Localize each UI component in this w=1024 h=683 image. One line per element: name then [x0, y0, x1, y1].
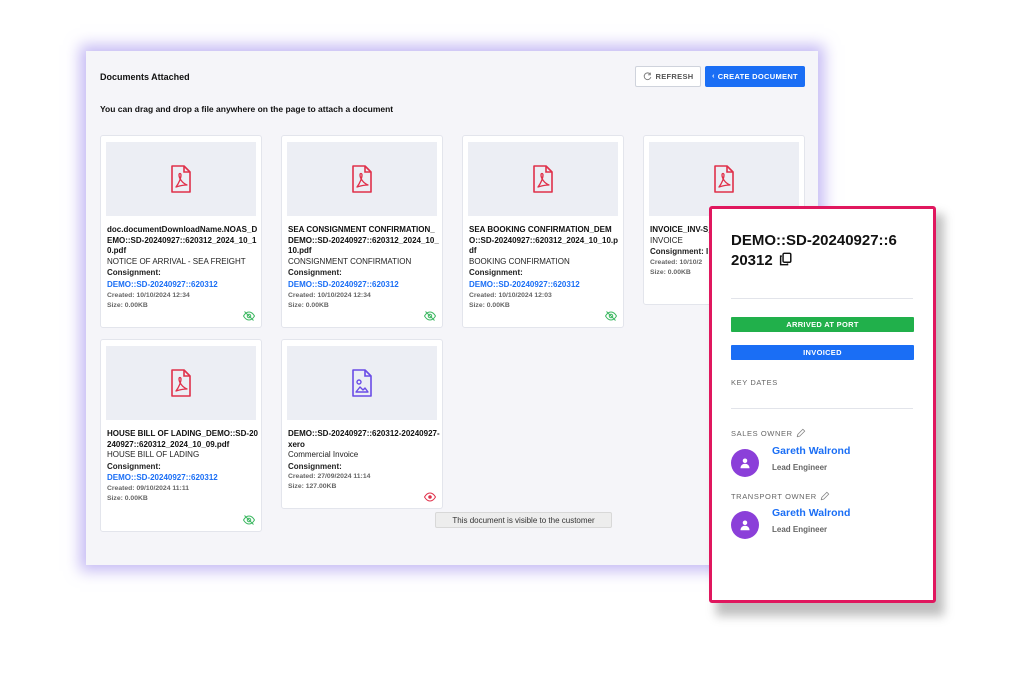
- divider: [731, 408, 913, 409]
- divider: [731, 298, 913, 299]
- created-date: Created: 27/09/2024 11:14: [288, 473, 371, 480]
- image-file-icon: [352, 369, 372, 397]
- create-document-button[interactable]: ‹ CREATE DOCUMENT: [705, 66, 805, 87]
- document-thumbnail[interactable]: [106, 346, 256, 420]
- shipment-detail-panel: DEMO::SD-20240927::620312 ARRIVED AT POR…: [709, 206, 936, 603]
- owner-name[interactable]: Gareth Walrond: [772, 445, 850, 457]
- user-icon: [740, 458, 750, 469]
- document-thumbnail[interactable]: [106, 142, 256, 216]
- document-filename: HOUSE BILL OF LADING_DEMO::SD-20240927::…: [107, 429, 258, 449]
- transport-owner: Gareth Walrond Lead Engineer: [731, 507, 916, 541]
- document-thumbnail[interactable]: [649, 142, 799, 216]
- file-size: Size: 127.00KB: [288, 483, 337, 490]
- key-dates-label: KEY DATES: [731, 378, 778, 387]
- key-dates-text: KEY DATES: [731, 378, 778, 387]
- document-type: NOTICE OF ARRIVAL - SEA FREIGHT: [107, 256, 246, 266]
- drag-drop-hint: You can drag and drop a file anywhere on…: [100, 104, 394, 114]
- user-icon: [740, 520, 750, 531]
- document-thumbnail[interactable]: [287, 346, 437, 420]
- eye-off-icon[interactable]: [605, 311, 617, 321]
- document-card[interactable]: DEMO::SD-20240927::620312-20240927-xero …: [281, 339, 443, 509]
- shipment-id-text: DEMO::SD-20240927::620312: [731, 232, 897, 269]
- consignment-label: Consignment:: [469, 268, 523, 277]
- consignment-link[interactable]: DEMO::SD-20240927::620312: [469, 279, 621, 291]
- consignment-label: Consignment:: [288, 268, 342, 277]
- refresh-label: REFRESH: [655, 72, 694, 81]
- file-size: Size: 0.00KB: [107, 495, 148, 502]
- pdf-icon: [714, 165, 734, 193]
- sales-owner: Gareth Walrond Lead Engineer: [731, 445, 916, 479]
- document-filename: SEA BOOKING CONFIRMATION_DEMO::SD-202409…: [469, 225, 618, 255]
- avatar: [731, 449, 759, 477]
- pencil-icon[interactable]: [820, 491, 830, 501]
- consignment-link[interactable]: DEMO::SD-20240927::620312: [288, 279, 440, 291]
- consignment-label: Consignment:: [107, 461, 161, 471]
- sales-owner-label: SALES OWNER: [731, 428, 806, 438]
- panel-title: Documents Attached: [100, 72, 190, 82]
- consignment-link[interactable]: DEMO::SD-20240927::620312: [107, 472, 259, 484]
- sales-owner-text: SALES OWNER: [731, 428, 793, 438]
- owner-role: Lead Engineer: [772, 525, 828, 534]
- document-filename: DEMO::SD-20240927::620312-20240927-xero: [288, 429, 440, 449]
- document-card[interactable]: SEA CONSIGNMENT CONFIRMATION_DEMO::SD-20…: [281, 135, 443, 328]
- pdf-icon: [171, 369, 191, 397]
- pdf-icon: [352, 165, 372, 193]
- transport-owner-text: TRANSPORT OWNER: [731, 491, 817, 501]
- document-filename: SEA CONSIGNMENT CONFIRMATION_DEMO::SD-20…: [288, 225, 439, 255]
- copy-icon[interactable]: [779, 252, 792, 266]
- file-size: Size: 0.00KB: [469, 301, 510, 309]
- document-thumbnail[interactable]: [287, 142, 437, 216]
- consignment-label: Consignment:: [107, 268, 161, 277]
- consignment-label: Consignment:: [288, 461, 342, 471]
- create-document-label: CREATE DOCUMENT: [717, 72, 798, 81]
- eye-icon[interactable]: [424, 492, 436, 502]
- status-badge-invoiced: INVOICED: [731, 345, 914, 360]
- refresh-icon: [643, 72, 651, 81]
- document-card[interactable]: HOUSE BILL OF LADING_DEMO::SD-20240927::…: [100, 339, 262, 532]
- eye-off-icon[interactable]: [424, 311, 436, 321]
- document-type: HOUSE BILL OF LADING: [107, 450, 200, 459]
- document-thumbnail[interactable]: [468, 142, 618, 216]
- chevron-left-icon: ‹: [712, 73, 715, 80]
- document-type: CONSIGNMENT CONFIRMATION: [288, 256, 412, 266]
- document-filename: doc.documentDownloadName.NOAS_DEMO::SD-2…: [107, 225, 258, 255]
- created-date: Created: 10/10/2024 12:34: [107, 291, 190, 299]
- created-date: Created: 10/10/2024 12:34: [288, 291, 371, 299]
- owner-name[interactable]: Gareth Walrond: [772, 507, 850, 519]
- file-size: Size: 0.00KB: [107, 301, 148, 309]
- eye-off-icon[interactable]: [243, 311, 255, 321]
- pencil-icon[interactable]: [796, 428, 806, 438]
- shipment-id: DEMO::SD-20240927::620312: [731, 231, 901, 271]
- eye-off-icon[interactable]: [243, 515, 255, 525]
- transport-owner-label: TRANSPORT OWNER: [731, 491, 830, 501]
- consignment-link[interactable]: DEMO::SD-20240927::620312: [107, 279, 259, 291]
- document-type: Commercial Invoice: [288, 450, 359, 459]
- document-type: BOOKING CONFIRMATION: [469, 256, 570, 266]
- created-date: Created: 10/10/2024 12:03: [469, 291, 552, 299]
- document-card[interactable]: doc.documentDownloadName.NOAS_DEMO::SD-2…: [100, 135, 262, 328]
- owner-role: Lead Engineer: [772, 463, 828, 472]
- created-date: Created: 09/10/2024 11:11: [107, 485, 190, 492]
- pdf-icon: [533, 165, 553, 193]
- refresh-button[interactable]: REFRESH: [635, 66, 701, 87]
- avatar: [731, 511, 759, 539]
- file-size: Size: 0.00KB: [288, 301, 329, 309]
- document-card[interactable]: SEA BOOKING CONFIRMATION_DEMO::SD-202409…: [462, 135, 624, 328]
- status-badge-arrived: ARRIVED AT PORT: [731, 317, 914, 332]
- visibility-tooltip: This document is visible to the customer: [435, 512, 612, 528]
- pdf-icon: [171, 165, 191, 193]
